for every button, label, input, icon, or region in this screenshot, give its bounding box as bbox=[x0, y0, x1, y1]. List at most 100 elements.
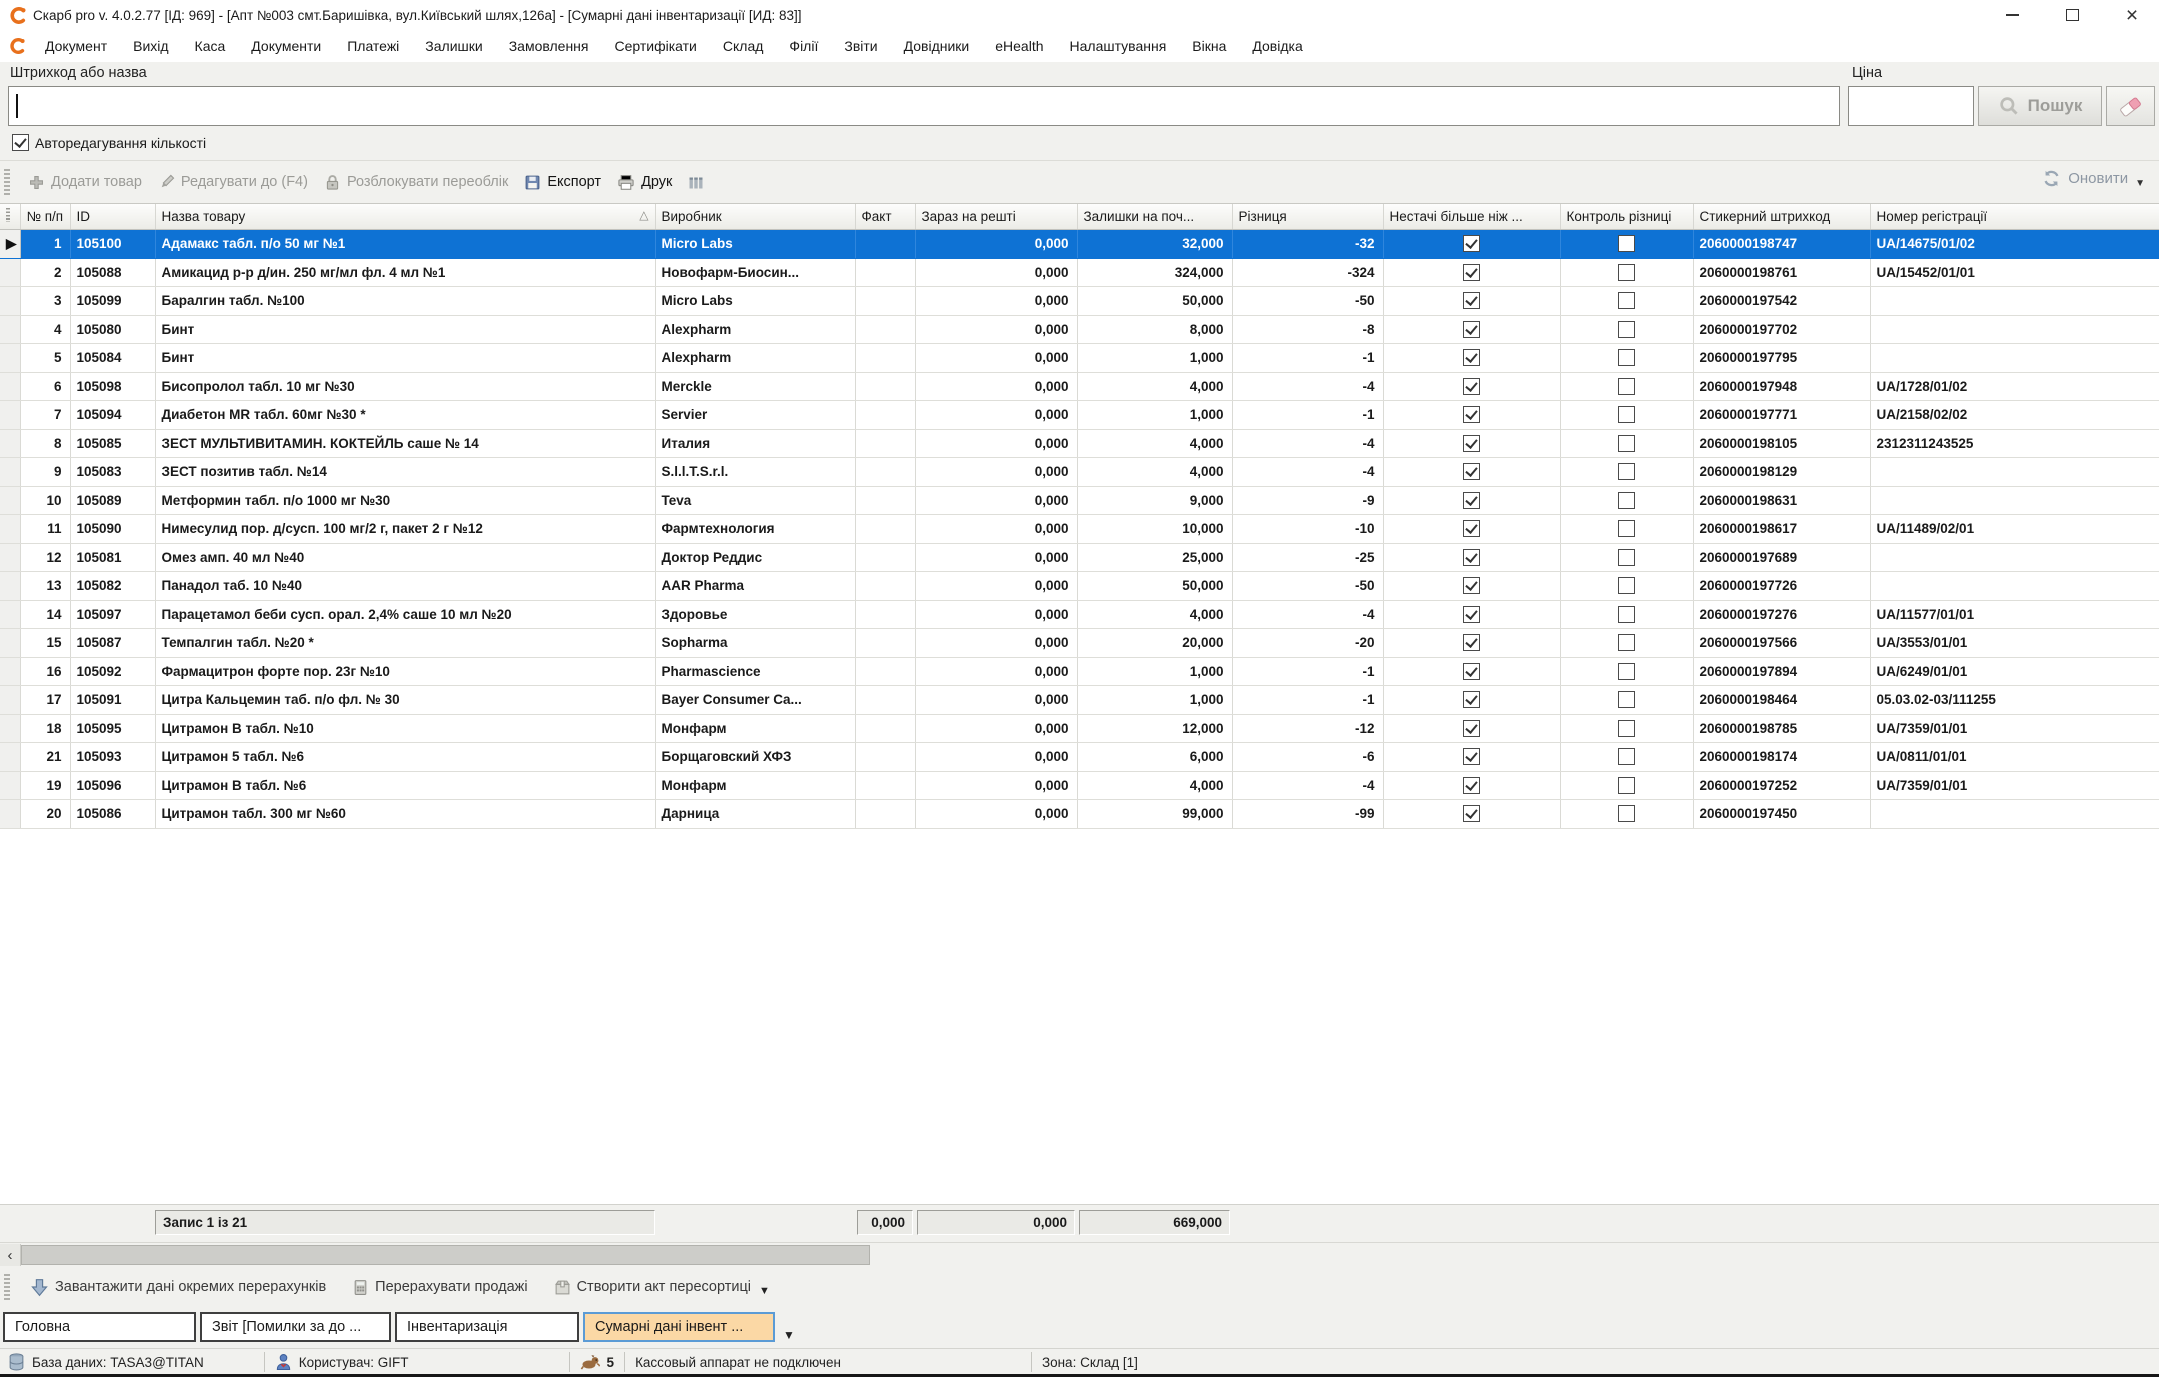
clear-button[interactable] bbox=[2106, 86, 2155, 126]
price-input[interactable] bbox=[1848, 86, 1974, 126]
cell-control[interactable] bbox=[1560, 629, 1693, 658]
control-checkbox[interactable] bbox=[1618, 777, 1635, 794]
cell-shortage[interactable] bbox=[1383, 743, 1560, 772]
table-row[interactable]: 11105090Нимесулид пор. д/сусп. 100 мг/2 … bbox=[0, 515, 2159, 544]
column-header-shortage[interactable]: Нестачі більше ніж ... bbox=[1383, 204, 1560, 230]
cell-control[interactable] bbox=[1560, 572, 1693, 601]
toolbar-button-print[interactable]: Друк bbox=[609, 170, 680, 195]
cell-shortage[interactable] bbox=[1383, 800, 1560, 829]
toolbar-button-lock[interactable]: Розблокувати переоблік bbox=[316, 170, 516, 195]
column-header-now[interactable]: Зараз на решті bbox=[915, 204, 1077, 230]
cell-control[interactable] bbox=[1560, 771, 1693, 800]
table-row[interactable]: 14105097Парацетамол беби сусп. орал. 2,4… bbox=[0, 600, 2159, 629]
shortage-checkbox[interactable] bbox=[1463, 549, 1480, 566]
cell-control[interactable] bbox=[1560, 800, 1693, 829]
control-checkbox[interactable] bbox=[1618, 378, 1635, 395]
cell-control[interactable] bbox=[1560, 543, 1693, 572]
control-checkbox[interactable] bbox=[1618, 463, 1635, 480]
cell-shortage[interactable] bbox=[1383, 486, 1560, 515]
cell-control[interactable] bbox=[1560, 600, 1693, 629]
shortage-checkbox[interactable] bbox=[1463, 264, 1480, 281]
menu-item-залишки[interactable]: Залишки bbox=[412, 33, 495, 59]
cell-control[interactable] bbox=[1560, 230, 1693, 259]
table-row[interactable]: 8105085ЗЕСТ МУЛЬТИВИТАМИН. КОКТЕЙЛЬ саше… bbox=[0, 429, 2159, 458]
tab-3[interactable]: Інвентаризація bbox=[395, 1312, 579, 1342]
column-header-barcode[interactable]: Стикерний штрихкод bbox=[1693, 204, 1870, 230]
table-row[interactable]: 5105084БинтAlexpharm0,0001,000-120600001… bbox=[0, 344, 2159, 373]
cell-shortage[interactable] bbox=[1383, 401, 1560, 430]
table-row[interactable]: 12105081Омез амп. 40 мл №40Доктор Реддис… bbox=[0, 543, 2159, 572]
table-row[interactable]: 20105086Цитрамон табл. 300 мг №60Дарница… bbox=[0, 800, 2159, 829]
column-header-reg[interactable]: Номер регістрації bbox=[1870, 204, 2159, 230]
column-header-diff[interactable]: Різниця bbox=[1232, 204, 1383, 230]
menu-item-сертифікати[interactable]: Сертифікати bbox=[602, 33, 710, 59]
control-checkbox[interactable] bbox=[1618, 663, 1635, 680]
shortage-checkbox[interactable] bbox=[1463, 748, 1480, 765]
control-checkbox[interactable] bbox=[1618, 321, 1635, 338]
shortage-checkbox[interactable] bbox=[1463, 634, 1480, 651]
control-checkbox[interactable] bbox=[1618, 492, 1635, 509]
menu-item-довідники[interactable]: Довідники bbox=[891, 33, 983, 59]
control-checkbox[interactable] bbox=[1618, 748, 1635, 765]
cell-control[interactable] bbox=[1560, 258, 1693, 287]
shortage-checkbox[interactable] bbox=[1463, 463, 1480, 480]
shortage-checkbox[interactable] bbox=[1463, 720, 1480, 737]
shortage-checkbox[interactable] bbox=[1463, 378, 1480, 395]
cell-control[interactable] bbox=[1560, 714, 1693, 743]
shortage-checkbox[interactable] bbox=[1463, 577, 1480, 594]
cell-shortage[interactable] bbox=[1383, 543, 1560, 572]
cell-control[interactable] bbox=[1560, 429, 1693, 458]
control-checkbox[interactable] bbox=[1618, 406, 1635, 423]
barcode-input[interactable] bbox=[8, 86, 1840, 126]
column-header-num[interactable]: № п/п bbox=[20, 204, 70, 230]
toolbar-button-export[interactable]: Експорт bbox=[516, 170, 609, 195]
cell-shortage[interactable] bbox=[1383, 429, 1560, 458]
control-checkbox[interactable] bbox=[1618, 264, 1635, 281]
cell-control[interactable] bbox=[1560, 401, 1693, 430]
shortage-checkbox[interactable] bbox=[1463, 492, 1480, 509]
cell-control[interactable] bbox=[1560, 515, 1693, 544]
column-header-id[interactable]: ID bbox=[70, 204, 155, 230]
tab-2[interactable]: Звіт [Помилки за до ... bbox=[200, 1312, 391, 1342]
column-header-name[interactable]: Назва товару△ bbox=[155, 204, 655, 230]
table-row[interactable]: 19105096Цитрамон В табл. №6Монфарм0,0004… bbox=[0, 771, 2159, 800]
control-checkbox[interactable] bbox=[1618, 435, 1635, 452]
column-header-fact[interactable]: Факт bbox=[855, 204, 915, 230]
column-header-manufacturer[interactable]: Виробник bbox=[655, 204, 855, 230]
close-button[interactable]: × bbox=[2119, 2, 2145, 28]
shortage-checkbox[interactable] bbox=[1463, 235, 1480, 252]
shortage-checkbox[interactable] bbox=[1463, 520, 1480, 537]
chevron-down-icon[interactable]: ▼ bbox=[759, 1285, 770, 1297]
control-checkbox[interactable] bbox=[1618, 606, 1635, 623]
cell-shortage[interactable] bbox=[1383, 258, 1560, 287]
table-row[interactable]: 7105094Диабетон MR табл. 60мг №30 *Servi… bbox=[0, 401, 2159, 430]
shortage-checkbox[interactable] bbox=[1463, 435, 1480, 452]
refresh-button[interactable]: Оновити ▼ bbox=[2042, 168, 2145, 189]
column-header-control[interactable]: Контроль різниці bbox=[1560, 204, 1693, 230]
shortage-checkbox[interactable] bbox=[1463, 349, 1480, 366]
scroll-left-button[interactable]: ‹ bbox=[0, 1244, 21, 1266]
cell-control[interactable] bbox=[1560, 372, 1693, 401]
cell-control[interactable] bbox=[1560, 287, 1693, 316]
search-button[interactable]: Пошук bbox=[1978, 86, 2102, 126]
toolbar-button-pencil[interactable]: Редагувати до (F4) bbox=[150, 170, 316, 195]
control-checkbox[interactable] bbox=[1618, 577, 1635, 594]
shortage-checkbox[interactable] bbox=[1463, 606, 1480, 623]
cell-shortage[interactable] bbox=[1383, 771, 1560, 800]
cell-shortage[interactable] bbox=[1383, 344, 1560, 373]
cell-shortage[interactable] bbox=[1383, 372, 1560, 401]
control-checkbox[interactable] bbox=[1618, 292, 1635, 309]
table-row[interactable]: 15105087Темпалгин табл. №20 *Sopharma0,0… bbox=[0, 629, 2159, 658]
table-row[interactable]: 13105082Панадол таб. 10 №40AAR Pharma0,0… bbox=[0, 572, 2159, 601]
cell-control[interactable] bbox=[1560, 686, 1693, 715]
control-checkbox[interactable] bbox=[1618, 805, 1635, 822]
autoedit-checkbox[interactable] bbox=[12, 134, 29, 151]
table-row[interactable]: 2105088Амикацид р-р д/ин. 250 мг/мл фл. … bbox=[0, 258, 2159, 287]
menu-item-звіти[interactable]: Звіти bbox=[831, 33, 890, 59]
table-row[interactable]: 17105091Цитра Кальцемин таб. п/о фл. № 3… bbox=[0, 686, 2159, 715]
cell-control[interactable] bbox=[1560, 657, 1693, 686]
toolbar-button-plus[interactable]: Додати товар bbox=[20, 170, 150, 195]
cell-shortage[interactable] bbox=[1383, 287, 1560, 316]
shortage-checkbox[interactable] bbox=[1463, 321, 1480, 338]
table-row[interactable]: 10105089Метформин табл. п/о 1000 мг №30T… bbox=[0, 486, 2159, 515]
